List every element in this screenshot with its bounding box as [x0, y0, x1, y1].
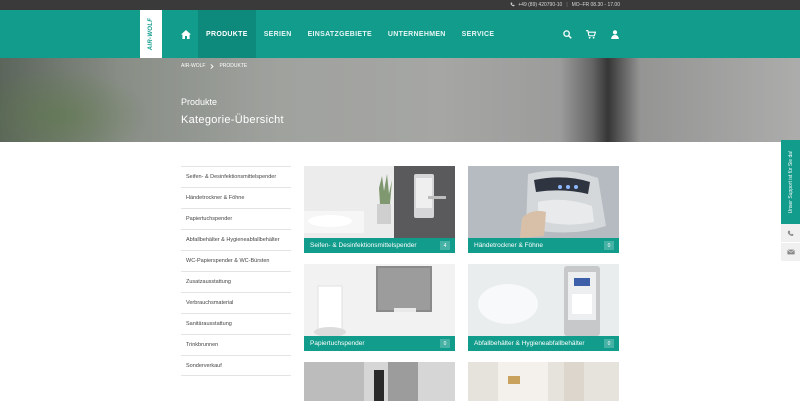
- main-header: AIR-WOLF PRODUKTE SERIEN EINSATZGEBIETE …: [0, 10, 800, 58]
- category-tile-wc-buersten[interactable]: [304, 362, 455, 401]
- category-tile-zusatzausstattung[interactable]: [468, 362, 619, 401]
- nav-item-serien[interactable]: SERIEN: [256, 10, 300, 58]
- sidebar-item-verbrauchsmaterial[interactable]: Verbrauchsmaterial: [181, 292, 291, 313]
- separator: |: [566, 2, 568, 8]
- tile-label: Händetrockner & Föhne: [474, 242, 544, 249]
- account-button[interactable]: [610, 29, 620, 39]
- home-icon: [181, 29, 191, 39]
- sidebar-item-sanitaerausstattung[interactable]: Sanitärausstattung: [181, 313, 291, 334]
- tile-caption: Papiertuchspender 0: [304, 336, 455, 351]
- category-sidebar: Seifen- & Desinfektionsmittelspender Hän…: [181, 166, 291, 376]
- category-tile-haendetrockner[interactable]: Händetrockner & Föhne 0: [468, 166, 619, 253]
- tile-caption: Abfallbehälter & Hygieneabfallbehälter 0: [468, 336, 619, 351]
- tile-count-badge: 0: [604, 339, 614, 348]
- nav-item-produkte[interactable]: PRODUKTE: [198, 10, 256, 58]
- breadcrumb: AIR-WOLF PRODUKTE: [181, 63, 247, 69]
- tile-caption: Händetrockner & Föhne 0: [468, 238, 619, 253]
- tile-count-badge: 0: [440, 339, 450, 348]
- page-subtitle: Produkte: [181, 97, 218, 107]
- opening-hours: MO–FR 08.30 - 17.00: [571, 2, 620, 8]
- sidebar-item-papiertuchspender[interactable]: Papiertuchspender: [181, 208, 291, 229]
- top-info-bar: +49 (89) 420790-10 | MO–FR 08.30 - 17.00: [0, 0, 800, 10]
- phone-icon: [787, 230, 794, 236]
- category-tile-papiertuchspender[interactable]: Papiertuchspender 0: [304, 264, 455, 351]
- tile-label: Seifen- & Desinfektionsmittelspender: [310, 242, 417, 249]
- cart-icon: [586, 29, 596, 39]
- user-icon: [611, 29, 619, 39]
- tile-count-badge: 4: [440, 241, 450, 250]
- hero-overlay: [0, 58, 800, 142]
- logo-text: AIR-WOLF: [148, 17, 154, 51]
- sidebar-item-trinkbrunnen[interactable]: Trinkbrunnen: [181, 334, 291, 355]
- phone-icon: [510, 2, 515, 7]
- support-email-button[interactable]: [781, 243, 800, 261]
- search-icon: [562, 29, 572, 39]
- contact-info: +49 (89) 420790-10 | MO–FR 08.30 - 17.00: [510, 0, 620, 10]
- category-tile-seifenspender[interactable]: Seifen- & Desinfektionsmittelspender 4: [304, 166, 455, 253]
- tile-caption: Seifen- & Desinfektionsmittelspender 4: [304, 238, 455, 253]
- hero-banner: AIR-WOLF PRODUKTE Produkte Kategorie-Übe…: [0, 58, 800, 142]
- logo[interactable]: AIR-WOLF: [140, 10, 162, 58]
- page-title: Kategorie-Übersicht: [181, 114, 284, 126]
- support-widget[interactable]: Unser Support ist für Sie da!: [781, 140, 800, 224]
- phone-number[interactable]: +49 (89) 420790-10: [518, 2, 562, 8]
- header-actions: [562, 10, 620, 58]
- nav-item-unternehmen[interactable]: UNTERNEHMEN: [380, 10, 454, 58]
- chevron-right-icon: [210, 63, 215, 69]
- sidebar-item-haendetrockner[interactable]: Händetrockner & Föhne: [181, 187, 291, 208]
- sidebar-item-sonderverkauf[interactable]: Sonderverkauf: [181, 355, 291, 376]
- nav-item-service[interactable]: SERVICE: [454, 10, 503, 58]
- tile-image-toilet-brush: [304, 362, 455, 401]
- support-phone-button[interactable]: [781, 224, 800, 242]
- search-button[interactable]: [562, 29, 572, 39]
- sidebar-item-wc-papierspender[interactable]: WC-Papierspender & WC-Bürsten: [181, 250, 291, 271]
- cart-button[interactable]: [586, 29, 596, 39]
- breadcrumb-current[interactable]: PRODUKTE: [219, 63, 247, 69]
- category-tile-abfallbehaelter[interactable]: Abfallbehälter & Hygieneabfallbehälter 0: [468, 264, 619, 351]
- main-nav: PRODUKTE SERIEN EINSATZGEBIETE UNTERNEHM…: [174, 10, 502, 58]
- breadcrumb-root[interactable]: AIR-WOLF: [181, 63, 205, 69]
- nav-item-einsatzgebiete[interactable]: EINSATZGEBIETE: [300, 10, 380, 58]
- mail-icon: [786, 249, 795, 255]
- sidebar-item-zusatzausstattung[interactable]: Zusatzausstattung: [181, 271, 291, 292]
- support-label: Unser Support ist für Sie da!: [787, 150, 794, 214]
- sidebar-item-abfallbehaelter[interactable]: Abfallbehälter & Hygieneabfallbehälter: [181, 229, 291, 250]
- nav-home[interactable]: [174, 10, 198, 58]
- tile-label: Abfallbehälter & Hygieneabfallbehälter: [474, 340, 585, 347]
- tile-count-badge: 0: [604, 241, 614, 250]
- tile-label: Papiertuchspender: [310, 340, 365, 347]
- sidebar-item-seifenspender[interactable]: Seifen- & Desinfektionsmittelspender: [181, 166, 291, 187]
- tile-image-accessory: [468, 362, 619, 401]
